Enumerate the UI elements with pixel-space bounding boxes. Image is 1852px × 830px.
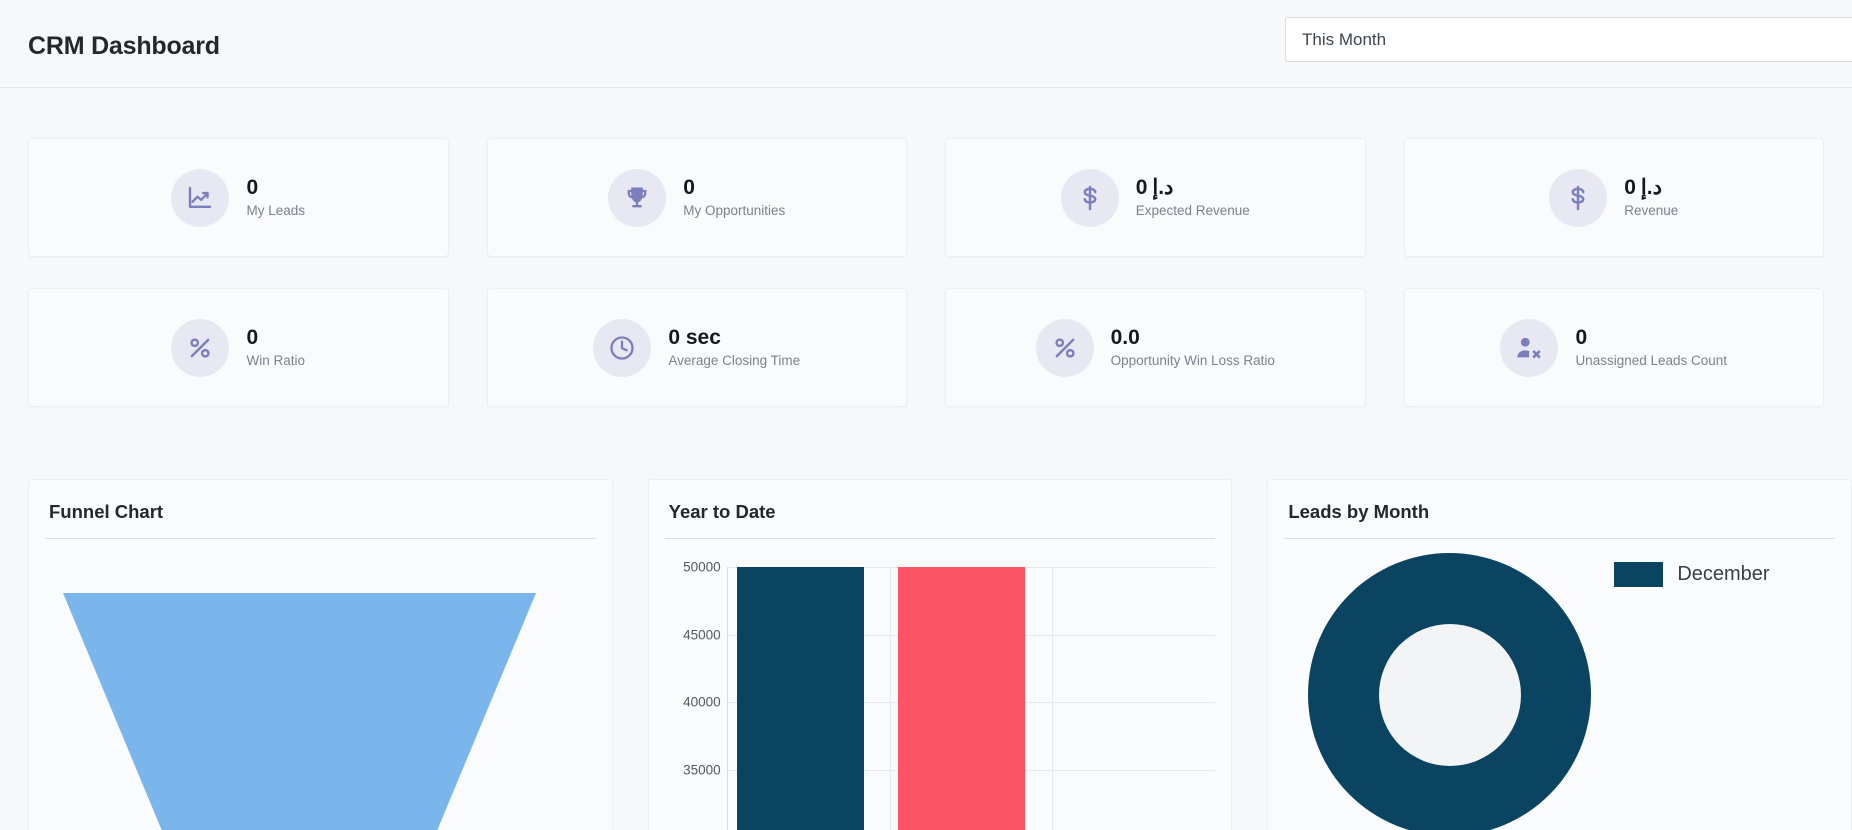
kpi-label: Win Ratio	[246, 353, 305, 369]
y-axis-tick-label: 35000	[683, 762, 721, 777]
kpi-label: Average Closing Time	[668, 353, 801, 369]
funnel-chart[interactable]	[45, 545, 596, 830]
kpi-card-expected-revenue[interactable]: 0 د.إ Expected Revenue	[945, 138, 1366, 257]
bar-2[interactable]	[898, 567, 1026, 830]
kpi-card-unassigned-leads-count[interactable]: 0 Unassigned Leads Count	[1403, 288, 1824, 407]
kpi-card-revenue[interactable]: 0 د.إ Revenue	[1403, 138, 1824, 257]
dollar-icon	[1549, 168, 1608, 227]
grid-line	[1052, 567, 1054, 830]
kpi-value: 0 د.إ	[1624, 175, 1678, 199]
panel-year-to-date: Year to Date 5000045000400003500030000	[647, 479, 1233, 830]
bar-1[interactable]	[737, 567, 865, 830]
donut-segment-december[interactable]	[1308, 553, 1592, 830]
chart-legend: December	[1614, 562, 1770, 587]
kpi-row-1: 0 My Leads 0 My Opportunities 0 د.إ Expe…	[0, 88, 1852, 257]
panel-title: Funnel Chart	[45, 496, 596, 539]
funnel-segment[interactable]	[63, 593, 536, 830]
legend-swatch-december[interactable]	[1614, 562, 1664, 587]
panel-title: Leads by Month	[1284, 496, 1835, 539]
y-axis-tick-label: 45000	[683, 627, 721, 642]
page-header: CRM Dashboard This Month	[0, 0, 1852, 88]
kpi-value: 0 د.إ	[1135, 175, 1250, 199]
user-remove-icon	[1500, 318, 1559, 377]
donut-hole	[1378, 623, 1521, 766]
crm-dashboard-page: CRM Dashboard This Month 0 My Leads 0 My…	[0, 0, 1852, 830]
trophy-icon	[608, 168, 667, 227]
kpi-value: 0 sec	[668, 325, 721, 349]
panel-title: Year to Date	[664, 496, 1216, 539]
kpi-card-win-ratio[interactable]: 0 Win Ratio	[28, 288, 449, 407]
legend-label-december: December	[1677, 563, 1770, 585]
period-select[interactable]: This Month	[1285, 17, 1852, 62]
kpi-label: Unassigned Leads Count	[1575, 353, 1728, 369]
page-title: CRM Dashboard	[28, 32, 220, 60]
kpi-value-number: 0	[1624, 175, 1636, 199]
panel-leads-by-month: Leads by Month December	[1267, 479, 1852, 830]
kpi-card-average-closing-time[interactable]: 0 sec Average Closing Time	[486, 288, 907, 407]
kpi-label: My Opportunities	[683, 203, 786, 219]
kpi-value: 0	[1575, 325, 1588, 349]
kpi-card-my-opportunities[interactable]: 0 My Opportunities	[486, 138, 907, 257]
kpi-card-opportunity-win-loss-ratio[interactable]: 0.0 Opportunity Win Loss Ratio	[945, 288, 1366, 407]
charts-row: Funnel Chart Year to Date 50000 45000 4000…	[0, 407, 1852, 830]
percent-icon	[171, 318, 230, 377]
kpi-label: Expected Revenue	[1135, 203, 1250, 219]
percent-icon	[1035, 318, 1094, 377]
kpi-currency: د.إ	[1152, 175, 1174, 199]
y-axis-tick-label: 50000	[683, 559, 721, 575]
kpi-value: 0	[683, 175, 695, 199]
kpi-value: 0	[246, 175, 259, 199]
kpi-card-my-leads[interactable]: 0 My Leads	[28, 138, 449, 257]
kpi-value-number: 0	[1135, 175, 1148, 199]
trending-up-chart-icon	[171, 168, 230, 227]
year-to-date-bar-chart[interactable]: 5000045000400003500030000	[665, 545, 1216, 830]
kpi-row-2: 0 Win Ratio 0 sec Average Closing Time 0…	[0, 257, 1852, 407]
kpi-label: Opportunity Win Loss Ratio	[1110, 353, 1275, 369]
panel-funnel-chart: Funnel Chart	[28, 479, 613, 830]
kpi-label: My Leads	[246, 203, 306, 219]
kpi-value: 0	[246, 325, 259, 349]
y-axis-tick-label: 40000	[683, 694, 721, 710]
period-select-value: This Month	[1302, 29, 1387, 49]
clock-icon	[593, 318, 652, 377]
grid-line	[890, 567, 892, 830]
kpi-label: Revenue	[1624, 203, 1679, 219]
kpi-currency: د.إ	[1640, 175, 1662, 199]
kpi-value: 0.0	[1110, 325, 1140, 349]
leads-by-month-donut-chart[interactable]: December	[1284, 545, 1835, 830]
dollar-icon	[1060, 168, 1119, 227]
